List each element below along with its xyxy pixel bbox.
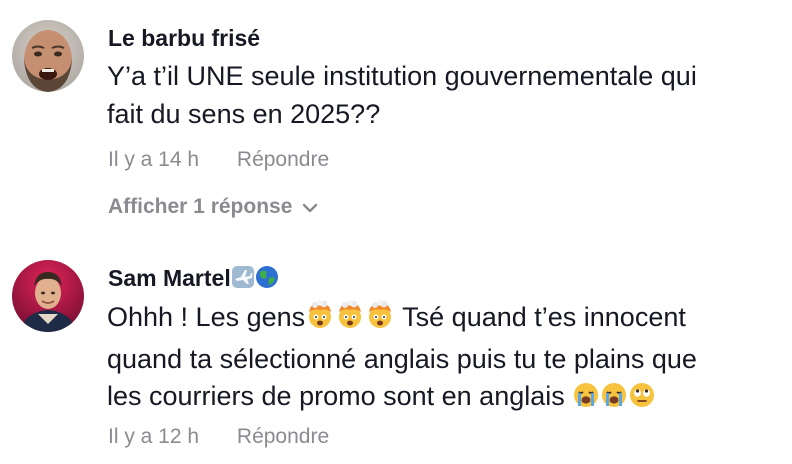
timestamp: Il y a 12 h bbox=[108, 425, 200, 448]
loudly-crying-emoji bbox=[572, 381, 600, 420]
avatar[interactable] bbox=[12, 260, 84, 332]
view-replies-button[interactable]: Afficher 1 réponse bbox=[108, 195, 318, 219]
author-name-text: Sam Martel bbox=[108, 265, 231, 291]
comment-text-segment: Ohhh ! Les gens bbox=[107, 302, 306, 332]
comment-thread: Le barbu frisé Y’a t’il UNE seule instit… bbox=[0, 0, 792, 464]
author-name[interactable]: Le barbu frisé bbox=[108, 25, 260, 52]
exploding-head-emoji bbox=[305, 300, 335, 341]
comment-text-line: Ohhh ! Les gens Tsé quand t’es innocent bbox=[107, 299, 777, 341]
comment-text-line: quand ta sélectionné anglais puis tu te … bbox=[107, 343, 697, 374]
comment-text-line: Y’a t’il UNE seule institution gouvernem… bbox=[107, 61, 697, 91]
author-name[interactable]: Sam Martel bbox=[108, 265, 279, 295]
comment-text: Ohhh ! Les gens Tsé quand t’es innocent … bbox=[107, 299, 777, 420]
comment-text: Y’a t’il UNE seule institution gouvernem… bbox=[107, 58, 777, 133]
chevron-down-icon bbox=[302, 195, 318, 219]
exploding-head-emoji bbox=[335, 300, 365, 341]
avatar[interactable] bbox=[12, 20, 84, 92]
airplane-emoji bbox=[231, 265, 255, 295]
comment-text-segment: les courriers de promo sont en anglais bbox=[107, 381, 573, 411]
reply-button[interactable]: Répondre bbox=[237, 148, 329, 171]
comment-text-segment: Tsé quand t’es innocent bbox=[395, 302, 686, 332]
view-replies-label: Afficher 1 réponse bbox=[108, 195, 293, 218]
reply-button[interactable]: Répondre bbox=[237, 425, 329, 448]
timestamp: Il y a 14 h bbox=[108, 148, 200, 171]
exploding-head-emoji bbox=[365, 300, 395, 341]
globe-emoji bbox=[255, 265, 279, 295]
loudly-crying-emoji bbox=[600, 381, 628, 420]
eye-roll-emoji bbox=[628, 381, 656, 420]
comment-meta: Il y a 12 h Répondre bbox=[108, 425, 329, 449]
comment-text-line: les courriers de promo sont en anglais bbox=[107, 378, 777, 420]
comment-text-line: fait du sens en 2025?? bbox=[107, 98, 381, 129]
comment-meta: Il y a 14 h Répondre bbox=[108, 148, 329, 172]
